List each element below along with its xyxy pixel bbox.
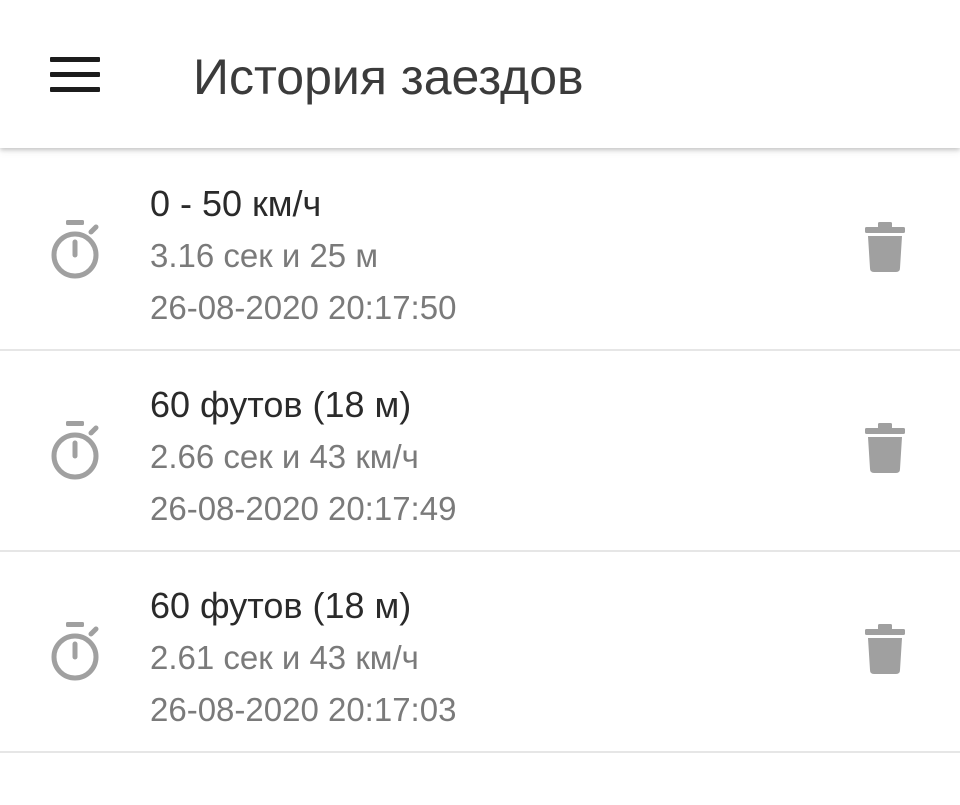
run-result: 2.66 сек и 43 км/ч xyxy=(150,438,419,475)
list-item[interactable]: 60 футов (18 м) 2.66 сек и 43 км/ч 26-08… xyxy=(0,351,960,552)
runs-list: 0 - 50 км/ч 3.16 сек и 25 м 26-08-2020 2… xyxy=(0,150,960,753)
run-text: 0 - 50 км/ч 3.16 сек и 25 м 26-08-2020 2… xyxy=(150,178,456,334)
delete-button[interactable] xyxy=(850,413,920,483)
run-result: 3.16 сек и 25 м xyxy=(150,237,379,274)
run-label: 60 футов (18 м) xyxy=(150,384,412,425)
trash-icon xyxy=(865,222,905,272)
trash-icon xyxy=(865,423,905,473)
page-title: История заездов xyxy=(193,49,584,105)
list-item[interactable]: 0 - 50 км/ч 3.16 сек и 25 м 26-08-2020 2… xyxy=(0,150,960,351)
app-screen: История заездов 0 - 50 км/ч 3.16 сек и 2… xyxy=(0,0,960,805)
app-toolbar: История заездов xyxy=(0,0,960,148)
delete-button[interactable] xyxy=(850,614,920,684)
stopwatch-icon xyxy=(51,220,99,279)
trash-icon xyxy=(865,624,905,674)
run-timestamp: 26-08-2020 20:17:50 xyxy=(150,289,457,326)
run-timestamp: 26-08-2020 20:17:03 xyxy=(150,691,457,728)
run-text: 60 футов (18 м) 2.66 сек и 43 км/ч 26-08… xyxy=(150,379,456,535)
run-label: 0 - 50 км/ч xyxy=(150,183,322,224)
delete-button[interactable] xyxy=(850,212,920,282)
run-result: 2.61 сек и 43 км/ч xyxy=(150,639,419,676)
hamburger-menu-icon[interactable] xyxy=(30,35,120,113)
stopwatch-icon xyxy=(51,622,99,681)
run-label: 60 футов (18 м) xyxy=(150,585,412,626)
run-timestamp: 26-08-2020 20:17:49 xyxy=(150,490,457,527)
run-text: 60 футов (18 м) 2.61 сек и 43 км/ч 26-08… xyxy=(150,580,456,736)
list-item[interactable]: 60 футов (18 м) 2.61 сек и 43 км/ч 26-08… xyxy=(0,552,960,753)
stopwatch-icon xyxy=(51,421,99,480)
